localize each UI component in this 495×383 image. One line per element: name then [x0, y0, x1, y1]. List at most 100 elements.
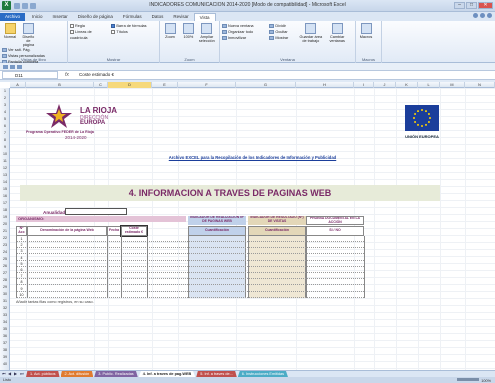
row-header[interactable]: 15 — [0, 186, 10, 192]
anualidad-input[interactable] — [65, 208, 127, 215]
row-header[interactable]: 18 — [0, 207, 10, 213]
row-header[interactable]: 16 — [0, 193, 10, 199]
tab-archivo[interactable]: Archivo — [0, 13, 26, 21]
tab-revisar[interactable]: Revisar — [168, 13, 193, 21]
first-sheet-icon[interactable]: ⏮ — [2, 372, 7, 376]
gridline — [10, 319, 495, 320]
zoom-100-button[interactable]: 100% — [180, 23, 196, 39]
row-header[interactable]: 1 — [0, 88, 10, 94]
next-sheet-icon[interactable]: ▶ — [14, 372, 19, 376]
page-layout-button[interactable]: Diseño de página — [20, 23, 36, 47]
row-header[interactable]: 24 — [0, 249, 10, 255]
row-header[interactable]: 4 — [0, 109, 10, 115]
minimize-ribbon-icon[interactable] — [473, 13, 478, 18]
row-header[interactable]: 3 — [0, 102, 10, 108]
row-header[interactable]: 37 — [0, 340, 10, 346]
row-header[interactable]: 26 — [0, 263, 10, 269]
unhide-button[interactable]: Mostrar — [269, 35, 297, 41]
title-bar: X INDICADORES COMUNICACION 2014-2020 [Mo… — [0, 0, 495, 12]
zoom-slider[interactable] — [457, 378, 480, 381]
gridline — [10, 102, 495, 103]
row-header[interactable]: 30 — [0, 291, 10, 297]
row-header[interactable]: 36 — [0, 333, 10, 339]
help-icon[interactable] — [480, 13, 485, 18]
row-header[interactable]: 25 — [0, 256, 10, 262]
table-row[interactable]: 5 — [16, 261, 364, 267]
qat-undo-icon[interactable] — [10, 64, 15, 69]
gridlines-checkbox[interactable]: Líneas de cuadrícula — [70, 29, 110, 41]
row-header[interactable]: 14 — [0, 179, 10, 185]
row-header[interactable]: 34 — [0, 319, 10, 325]
row-header[interactable]: 2 — [0, 95, 10, 101]
row-header[interactable]: 10 — [0, 151, 10, 157]
tab-inicio[interactable]: Inicio — [27, 13, 48, 21]
formula-input[interactable]: Coste estimado € — [76, 71, 495, 79]
table-row[interactable]: 6 — [16, 267, 364, 273]
close-button[interactable]: ✕ — [478, 2, 493, 9]
table-border — [121, 236, 122, 298]
table-row[interactable]: 3 — [16, 248, 364, 255]
row-header[interactable]: 39 — [0, 354, 10, 360]
row-header[interactable]: 38 — [0, 347, 10, 353]
tab-datos[interactable]: Datos — [147, 13, 169, 21]
last-sheet-icon[interactable]: ⏭ — [20, 372, 25, 376]
zoom-level[interactable]: 100% — [481, 378, 491, 383]
fx-icon[interactable]: fx — [58, 72, 76, 78]
row-headers: 1 2 3 4 5 6 7 8 9 10 11 12 13 14 15 16 17 18 19 20 21 22 23 24 2… — [0, 88, 10, 370]
qat-save-icon[interactable] — [3, 64, 8, 69]
header-coste[interactable]: Coste estimado € — [120, 225, 148, 237]
row-header[interactable]: 7 — [0, 130, 10, 136]
group-label-views: Vistas de libro — [20, 57, 47, 62]
row-header[interactable]: 23 — [0, 242, 10, 248]
table-row[interactable]: 4 — [16, 255, 364, 261]
row-header[interactable]: 35 — [0, 326, 10, 332]
row-header[interactable]: 22 — [0, 235, 10, 241]
row-header[interactable]: 17 — [0, 200, 10, 206]
row-header[interactable]: 31 — [0, 298, 10, 304]
minimize-button[interactable]: – — [454, 2, 465, 9]
group-label-macros: Macros — [361, 57, 376, 62]
tab-insertar[interactable]: Insertar — [48, 13, 73, 21]
table-row[interactable]: 9 — [16, 286, 364, 292]
row-header[interactable]: 29 — [0, 284, 10, 290]
table-row[interactable]: 7 — [16, 273, 364, 280]
qat-redo-icon[interactable] — [17, 64, 22, 69]
row-header[interactable]: 13 — [0, 172, 10, 178]
table-row[interactable]: 8 — [16, 279, 364, 286]
macros-button[interactable]: Macros — [358, 23, 374, 39]
spreadsheet-grid[interactable]: A B C D E F G H I J K L M N 1 2 3 4 5 6 7 8 9 10 1… — [0, 82, 495, 370]
row-header[interactable]: 32 — [0, 305, 10, 311]
la-rioja-star-icon — [46, 104, 72, 128]
table-row[interactable]: 10 — [16, 292, 364, 298]
row-header[interactable]: 9 — [0, 144, 10, 150]
zoom-button[interactable]: Zoom — [162, 23, 178, 39]
row-header[interactable]: 20 — [0, 221, 10, 227]
row-header[interactable]: 6 — [0, 123, 10, 129]
row-header[interactable]: 28 — [0, 277, 10, 283]
freeze-panes-button[interactable]: Inmovilizar — [222, 35, 268, 41]
headings-checkbox[interactable]: Títulos — [111, 29, 146, 35]
row-header[interactable]: 11 — [0, 158, 10, 164]
save-workspace-button[interactable]: Guardar área de trabajo — [299, 23, 323, 43]
prev-sheet-icon[interactable]: ◀ — [8, 372, 13, 376]
tab-formulas[interactable]: Fórmulas — [118, 13, 147, 21]
row-header[interactable]: 40 — [0, 361, 10, 367]
row-header[interactable]: 12 — [0, 165, 10, 171]
maximize-button[interactable]: □ — [466, 2, 477, 9]
row-header[interactable]: 19 — [0, 214, 10, 220]
name-box[interactable]: D11 — [2, 71, 58, 79]
zoom-selection-button[interactable]: Ampliar selección — [199, 23, 215, 43]
tab-diseno-pagina[interactable]: Diseño de página — [73, 13, 118, 21]
switch-windows-button[interactable]: Cambiar ventanas — [325, 23, 349, 43]
workbook-close-icon[interactable] — [487, 13, 492, 18]
row-header[interactable]: 5 — [0, 116, 10, 122]
logo-programa: Programa Operativo FEDER de La Rioja — [26, 130, 94, 134]
row-header[interactable]: 21 — [0, 228, 10, 234]
row-header[interactable]: 33 — [0, 312, 10, 318]
row-header[interactable]: 8 — [0, 137, 10, 143]
tab-vista[interactable]: Vista — [193, 13, 216, 21]
table-row[interactable]: 2 — [16, 242, 364, 249]
normal-view-button[interactable]: Normal — [2, 23, 18, 39]
row-header[interactable]: 27 — [0, 270, 10, 276]
table-row[interactable]: 1 — [16, 236, 364, 242]
